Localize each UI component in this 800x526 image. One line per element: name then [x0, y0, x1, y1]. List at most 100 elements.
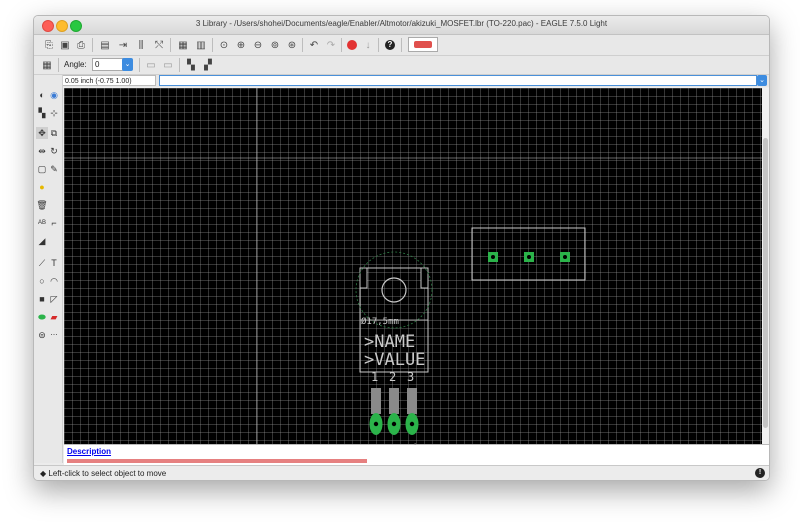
paste-tool-icon[interactable]: ● [36, 181, 48, 193]
lead-3 [407, 388, 417, 414]
lead-1 [371, 388, 381, 414]
splitter-handle[interactable]: ▪ [414, 442, 416, 448]
description-link[interactable]: Description [67, 447, 111, 456]
go-icon[interactable]: ↓ [361, 38, 375, 52]
command-input[interactable] [159, 75, 757, 86]
change-tool-icon[interactable]: ✎ [48, 163, 60, 175]
value-placeholder-text: >VALUE [364, 350, 425, 370]
pin-number-1: 1 [371, 370, 378, 384]
miter-tool-icon[interactable]: ⌐ [48, 217, 60, 229]
ulp-icon[interactable]: ⤲ [152, 38, 166, 52]
zoom-select-icon[interactable]: ⊛ [285, 38, 299, 52]
rotate-tool-icon[interactable]: ↻ [48, 145, 60, 157]
cam-icon[interactable]: ▤ [98, 38, 112, 52]
chevron-down-icon[interactable]: ⌄ [122, 58, 133, 71]
package-notch-left [359, 267, 368, 289]
eagle-window: 3 Library - /Users/shohei/Documents/eagl… [33, 15, 770, 481]
dimension-tool-icon[interactable]: ⋯ [48, 329, 60, 341]
horizontal-footprint[interactable] [471, 227, 586, 281]
footprint-drill-3 [563, 255, 567, 259]
zoom-in-icon[interactable]: ⊕ [234, 38, 248, 52]
undo-icon[interactable]: ↶ [307, 38, 321, 52]
drill-hole-2 [391, 421, 397, 427]
mark-tool-icon[interactable]: ⊹ [48, 107, 60, 119]
redo-icon[interactable]: ↷ [324, 38, 338, 52]
drill-hole-3 [409, 421, 415, 427]
copy-tool-icon[interactable]: ⧉ [48, 127, 60, 139]
diameter-label: Ø17,5mm [361, 316, 399, 327]
open-icon[interactable]: ⎘ [42, 38, 56, 52]
circle-tool-icon[interactable]: ○ [36, 275, 48, 287]
arc-tool-icon[interactable]: ◠ [48, 275, 60, 287]
redraw-icon[interactable]: ⊚ [268, 38, 282, 52]
script-icon[interactable]: ⫼ [134, 38, 148, 52]
footprint-drill-1 [491, 255, 495, 259]
show-tool-icon[interactable]: ◉ [48, 89, 60, 101]
hole-tool-icon[interactable]: ⊜ [36, 329, 48, 341]
move-tool-icon[interactable]: ✥ [36, 127, 48, 139]
grid-icon[interactable]: ▦ [40, 58, 54, 72]
polygon-tool-icon[interactable]: ◸ [48, 293, 60, 305]
command-bar: 0.05 inch (-0.75 1.00) ⌄ [34, 75, 769, 87]
package-notch-right [420, 267, 429, 289]
layer-tool-icon[interactable]: ▚ [36, 107, 48, 119]
zoom-out-icon[interactable]: ⊖ [251, 38, 265, 52]
help-icon[interactable]: ? [383, 38, 397, 52]
toolbar-divider [58, 58, 59, 72]
info-icon[interactable]: ! [755, 468, 765, 478]
name-tool-icon[interactable]: AB [36, 217, 48, 229]
main-toolbar: ⎘ ▣ ⎙ ▤ ⇥ ⫼ ⤲ ▦ ▥ ⊙ ⊕ ⊖ ⊚ ⊛ ↶ ↷ ↓ ? [34, 35, 769, 56]
scrollbar-thumb[interactable] [763, 138, 768, 428]
save-icon[interactable]: ▣ [58, 38, 72, 52]
angle-input[interactable]: 0 [92, 58, 124, 71]
layer-icon[interactable]: ▚ [184, 58, 198, 72]
text-tool-icon[interactable]: T [48, 257, 60, 269]
lead-2 [389, 388, 399, 414]
split-tool-icon[interactable]: ◢ [36, 235, 48, 247]
spin-icon[interactable]: ▭ [161, 58, 175, 72]
drawing-canvas[interactable]: Ø17,5mm >NAME >VALUE 1 2 3 [64, 88, 762, 444]
wire-tool-icon[interactable]: ⟋ [36, 257, 48, 269]
zoom-fit-icon[interactable]: ⊙ [217, 38, 231, 52]
mounting-hole [381, 277, 407, 303]
name-placeholder-text: >NAME [364, 332, 415, 352]
angle-label: Angle: [64, 60, 87, 69]
board-icon[interactable]: ▦ [176, 38, 190, 52]
toolbar-divider [170, 38, 171, 52]
tool-palette: ◐ ◉ ▚ ⊹ ✥ ⧉ ⇹ ↻ ▢ ✎ ● 🗑 AB ⌐ ◢ ⟋ T ○ ◠ ■… [34, 75, 63, 463]
use-icon[interactable]: ⇥ [116, 38, 130, 52]
delete-tool-icon[interactable]: 🗑 [36, 199, 48, 211]
rect-tool-icon[interactable]: ■ [36, 293, 48, 305]
smd-tool-icon[interactable]: ▰ [48, 311, 60, 323]
group-tool-icon[interactable]: ▢ [36, 163, 48, 175]
status-message: ◆ Left-click to select object to move [40, 469, 166, 478]
print-icon[interactable]: ⎙ [74, 38, 88, 52]
command-history-dropdown-icon[interactable]: ⌄ [757, 75, 767, 86]
toolbar-divider [341, 38, 342, 52]
info-tool-icon[interactable]: ◐ [36, 89, 48, 101]
schematic-icon[interactable]: ▥ [194, 38, 208, 52]
toolbar-divider [212, 38, 213, 52]
toolbar-divider [139, 58, 140, 72]
design-link-icon[interactable] [408, 37, 438, 52]
toolbar-divider [302, 38, 303, 52]
display-icon[interactable]: ▞ [201, 58, 215, 72]
toolbar-divider [179, 58, 180, 72]
toolbar-divider [92, 38, 93, 52]
coordinate-readout: 0.05 inch (-0.75 1.00) [62, 75, 156, 86]
window-title: 3 Library - /Users/shohei/Documents/eagl… [195, 19, 608, 28]
pin-number-2: 2 [389, 370, 396, 384]
toolbar-divider [401, 38, 402, 52]
to220-package[interactable]: Ø17,5mm >NAME >VALUE 1 2 3 [355, 251, 433, 435]
status-bar: ◆ Left-click to select object to move ! [34, 465, 769, 480]
description-text-clipped [67, 459, 367, 463]
status-diamond-icon: ◆ [40, 469, 47, 478]
package-drawing: Ø17,5mm >NAME >VALUE 1 2 3 [64, 88, 762, 444]
pad-tool-icon[interactable]: ⬬ [36, 311, 48, 323]
vertical-scrollbar[interactable] [762, 88, 769, 444]
mirror-tool-icon[interactable]: ⇹ [36, 145, 48, 157]
mirror-icon[interactable]: ▭ [144, 58, 158, 72]
stop-icon[interactable] [345, 38, 359, 52]
status-text: Left-click to select object to move [48, 469, 167, 478]
toolbar-divider [378, 38, 379, 52]
